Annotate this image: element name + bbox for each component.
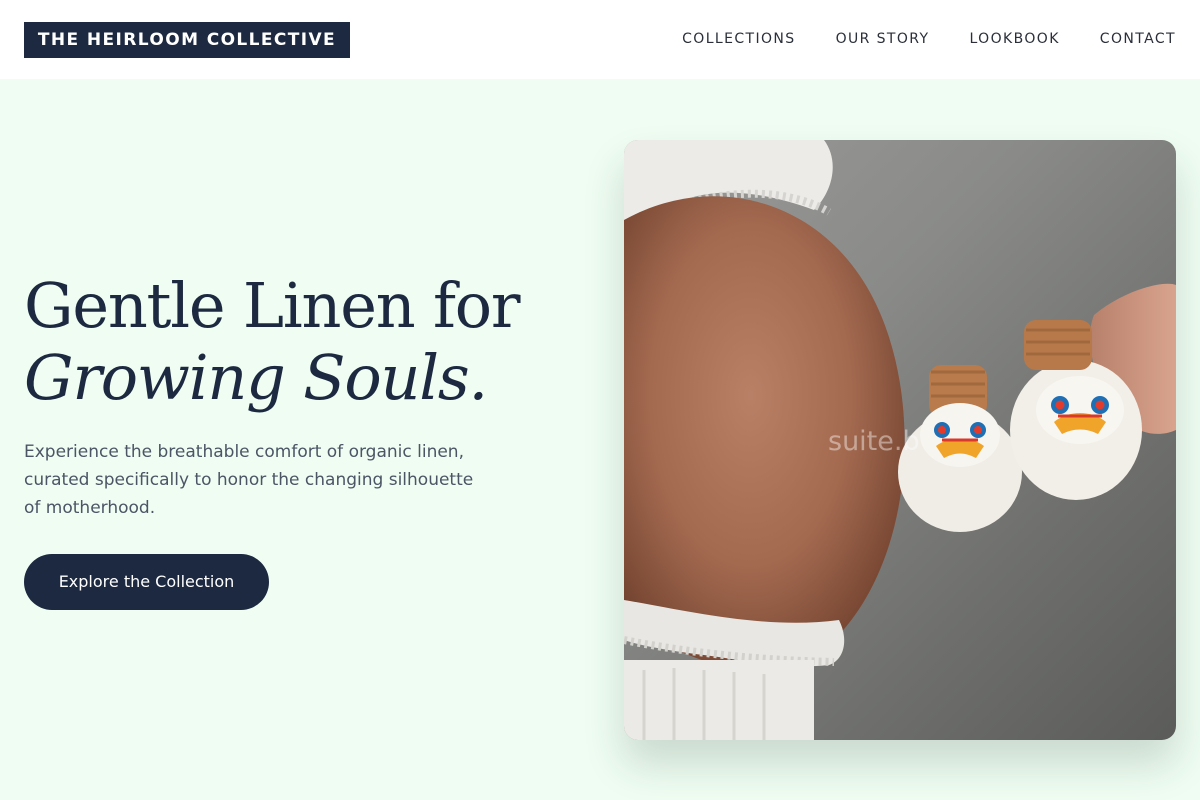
explore-collection-button[interactable]: Explore the Collection	[24, 554, 269, 610]
hero-subtitle: Experience the breathable comfort of org…	[24, 442, 474, 518]
site-header: THE HEIRLOOM COLLECTIVE COLLECTIONS OUR …	[0, 0, 1200, 79]
nav-link-contact[interactable]: CONTACT	[1100, 29, 1176, 49]
main-nav: COLLECTIONS OUR STORY LOOKBOOK CONTACT	[682, 29, 1176, 49]
nav-link-collections[interactable]: COLLECTIONS	[682, 29, 795, 49]
brand-logo[interactable]: THE HEIRLOOM COLLECTIVE	[24, 22, 350, 58]
hero-title: Gentle Linen for Growing Souls.	[24, 269, 520, 414]
nav-link-lookbook[interactable]: LOOKBOOK	[969, 29, 1059, 49]
hero-title-line-2: Growing Souls.	[24, 341, 488, 414]
hero-title-line-1: Gentle Linen for	[24, 269, 520, 342]
image-watermark: suite.b	[828, 426, 920, 457]
hero-photo: suite.b	[624, 140, 1176, 740]
nav-link-our-story[interactable]: OUR STORY	[836, 29, 930, 49]
